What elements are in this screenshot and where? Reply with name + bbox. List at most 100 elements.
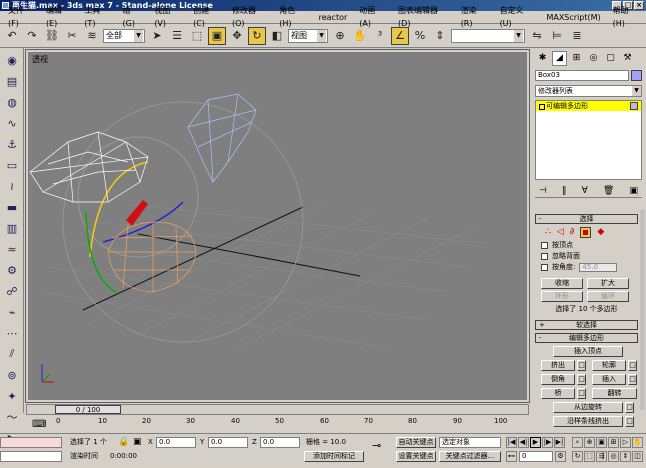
edge-mode-icon[interactable]: ◁ [557,227,564,237]
command-panel-scrollbar[interactable] [640,210,645,410]
bevel-button[interactable]: 倒角 [541,374,575,385]
stack-item-editable-poly[interactable]: 可编辑多边形 [536,101,641,111]
element-mode-icon[interactable]: ◆ [597,227,604,237]
region-zoom-icon[interactable]: ⬚ [584,451,595,462]
snaps-toggle-icon[interactable]: ³ [371,27,389,45]
named-selection-sets-dropdown[interactable] [451,28,525,43]
car-wheel-icon[interactable]: ⊚ [3,366,21,384]
modify-tab-icon[interactable]: ◢ [552,50,567,66]
vertex-mode-icon[interactable]: ∴ [545,227,551,237]
plane-icon[interactable]: ▭ [3,156,21,174]
zoom-icon[interactable]: ⌕ [572,437,583,448]
object-color-swatch[interactable] [631,70,642,81]
prismatic-icon[interactable]: ⫽ [3,345,21,363]
rope-collection-icon[interactable]: ∿ [3,114,21,132]
selected-object-dropdown[interactable]: 选定对象 [439,437,501,448]
go-to-end-icon[interactable]: ▶| [554,437,565,448]
selection-lock-icon[interactable]: 🔒 [118,437,129,448]
soft-body-collection-icon[interactable]: ◍ [3,93,21,111]
play-icon[interactable]: ▶ [530,437,541,448]
select-and-rotate-icon[interactable]: ↻ [248,26,266,45]
bevel-settings-icon[interactable]: □ [577,374,586,385]
display-tab-icon[interactable]: ▢ [603,51,618,66]
bind-space-warp-icon[interactable]: ≋ [83,27,101,45]
x-coordinate-field[interactable]: 0.0 [156,437,196,448]
key-filters-button[interactable]: 关键点过滤器... [439,451,501,462]
time-configuration-icon[interactable]: ⚙ [555,451,566,462]
ring-button[interactable]: 环形 [541,291,583,302]
modifier-stack[interactable]: 可编辑多边形 [535,100,642,180]
point-to-point-icon[interactable]: ⋯ [3,324,21,342]
extrude-button[interactable]: 挤出 [541,360,575,371]
edit-polygons-rollout-header[interactable]: - 编辑多边形 [535,333,638,343]
select-and-move-icon[interactable]: ✥ [228,27,246,45]
set-key-icon[interactable]: ⊸ [372,440,381,451]
constraint-solver-icon[interactable]: ⚙ [3,261,21,279]
redo-icon[interactable]: ↷ [23,27,41,45]
select-by-name-icon[interactable]: ☰ [168,27,186,45]
insert-vertex-button[interactable]: 插入顶点 [553,346,623,357]
maxscript-listener-mini[interactable] [0,437,62,448]
modifier-list-dropdown[interactable]: 修改器列表 [535,85,642,97]
viewport-label[interactable]: 透视 [32,54,48,65]
hierarchy-tab-icon[interactable]: ⊞ [569,51,584,66]
selection-filter-dropdown[interactable]: 全部 [103,28,145,43]
time-slider[interactable]: 0 / 100 [55,405,121,414]
menu-maxscript[interactable]: MAXScript(M) [540,11,606,24]
soft-selection-rollout-header[interactable]: + 软选择 [535,320,638,330]
rectangular-selection-icon[interactable]: ⬚ [188,27,206,45]
water-icon[interactable]: ≈ [3,240,21,258]
window-crossing-icon[interactable]: ▣ [208,26,226,45]
walk-through-icon[interactable]: ⇶ [596,451,607,462]
current-frame-field[interactable]: 0 [519,451,553,462]
zoom-extents-all-icon[interactable]: ⊞ [608,437,619,448]
utilities-tab-icon[interactable]: ⚒ [620,51,635,66]
border-mode-icon[interactable]: ∂ [570,227,575,237]
rigid-body-collection-icon[interactable]: ◉ [3,51,21,69]
hinge-constraint-icon[interactable]: ⌁ [3,303,21,321]
flip-button[interactable]: 翻转 [592,388,637,399]
hinge-from-edge-button[interactable]: 从边旋转 [553,402,623,413]
maximize-viewport-icon[interactable]: ◫ [632,451,643,462]
by-vertex-checkbox[interactable]: 按顶点 [535,240,638,251]
set-key-button[interactable]: 设置关键点 [396,451,436,462]
go-to-start-icon[interactable]: |◀ [506,437,517,448]
bridge-settings-icon[interactable]: □ [577,388,586,399]
previous-frame-icon[interactable]: ◀| [518,437,529,448]
time-slider-track[interactable]: 0 / 100 [26,404,529,415]
perspective-viewport[interactable]: 透视 [25,49,530,403]
key-mode-toggle-icon[interactable]: ⊷ [506,451,517,462]
next-frame-icon[interactable]: |▶ [542,437,553,448]
z-coordinate-field[interactable]: 0.0 [260,437,300,448]
ignore-backface-checkbox[interactable]: 忽略背面 [535,251,638,262]
align-icon[interactable]: ⊨ [548,27,566,45]
auto-key-button[interactable]: 自动关键点 [396,437,436,448]
unlink-icon[interactable]: ✂ [63,27,81,45]
percent-snap-icon[interactable]: % [411,27,429,45]
orbit-icon[interactable]: ◎ [608,451,619,462]
create-tab-icon[interactable]: ✱ [535,51,550,66]
select-and-link-icon[interactable]: ⛓ [43,27,61,45]
undo-icon[interactable]: ↶ [3,27,21,45]
shrink-button[interactable]: 收缩 [541,278,583,289]
angle-spinner[interactable]: 45.0 [579,263,618,272]
polygon-mode-icon[interactable] [580,226,592,238]
pan-view-icon[interactable]: ✋ [632,437,643,448]
absolute-mode-icon[interactable]: ▣ [133,437,142,448]
stack-item-toggle-icon[interactable] [630,102,638,110]
zoom-all-icon[interactable]: ⊕ [584,437,595,448]
zoom-extents-icon[interactable]: ▣ [596,437,607,448]
outline-button[interactable]: 轮廓 [592,360,626,371]
mirror-icon[interactable]: ⇋ [528,27,546,45]
motion-tab-icon[interactable]: ◎ [586,51,601,66]
reference-coordinate-dropdown[interactable]: 视图 [288,28,328,43]
arc-rotate-icon[interactable]: ↻ [572,451,583,462]
dolly-icon[interactable]: ⇕ [620,451,631,462]
hinge-settings-icon[interactable]: □ [625,402,634,413]
deforming-mesh-icon[interactable]: ⚓ [3,135,21,153]
make-unique-icon[interactable]: ∀ [582,186,588,196]
select-object-icon[interactable]: ➤ [148,27,166,45]
maxscript-output-mini[interactable] [0,451,62,462]
spring-icon[interactable]: ≀ [3,177,21,195]
fracture-icon[interactable]: ▥ [3,219,21,237]
